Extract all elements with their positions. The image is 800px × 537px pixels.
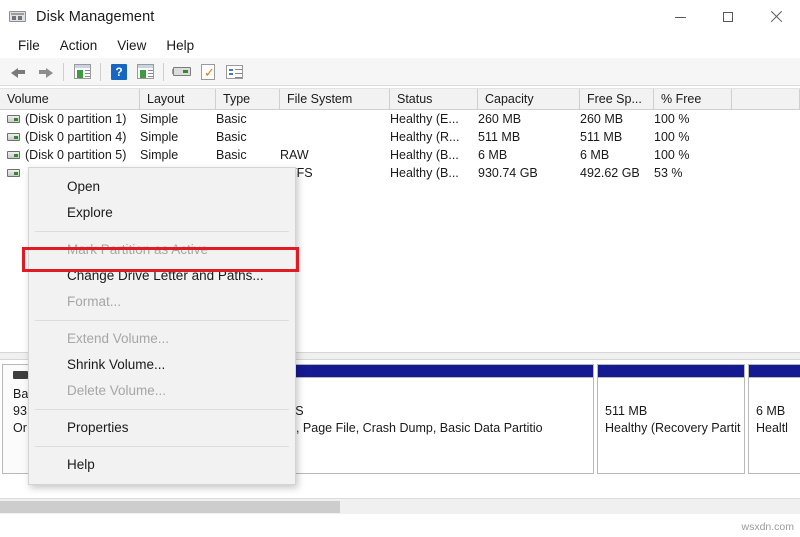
toolbar-separator	[163, 62, 164, 81]
rescan-disks-icon[interactable]	[169, 60, 195, 84]
partition-color-band	[598, 365, 744, 378]
partition-size: 6 MB	[756, 404, 786, 418]
disk-partition[interactable]: 511 MB Healthy (Recovery Partit	[597, 364, 745, 474]
partition-text: 6 MB Healtl	[749, 378, 800, 437]
context-menu-item-format: Format...	[67, 294, 122, 309]
maximize-button[interactable]	[704, 0, 752, 33]
cell-status: Healthy (R...	[390, 130, 460, 144]
title-bar: Disk Management	[0, 0, 800, 33]
cell-capacity: 511 MB	[478, 130, 521, 144]
partition-label	[605, 386, 737, 403]
volume-list-header: Volume Layout Type File System Status Capacit…	[0, 88, 800, 110]
cell-capacity: 6 MB	[478, 148, 508, 162]
cell-type: Basic	[216, 112, 247, 126]
partition-label	[756, 386, 800, 403]
partition-text: 511 MB Healthy (Recovery Partit	[598, 378, 744, 437]
list-view-icon[interactable]	[221, 60, 247, 84]
disk-management-window: Disk Management File Action View Help ? …	[0, 0, 800, 537]
properties-window-icon[interactable]	[132, 60, 158, 84]
context-menu-item-delete-volume: Delete Volume...	[67, 383, 167, 398]
cell-file-system: NTFS	[280, 166, 313, 180]
cell-capacity: 930.74 GB	[478, 166, 538, 180]
toolbar-separator	[63, 62, 64, 81]
volume-drive-icon	[7, 133, 20, 141]
cell-percent-free: 100 %	[654, 148, 690, 162]
minimize-button[interactable]	[656, 0, 704, 33]
disk-partition[interactable]: 6 MB Healtl	[748, 364, 800, 474]
volume-drive-icon	[7, 151, 20, 159]
column-header-volume[interactable]: Volume	[0, 89, 140, 109]
cell-type: Basic	[216, 130, 247, 144]
partition-status: Healthy (Recovery Partit	[605, 421, 741, 435]
toolbar: ? ✓	[0, 58, 800, 86]
partition-status: Healtl	[756, 421, 788, 435]
highlight-annotation-box	[22, 247, 299, 272]
show-hide-console-tree-icon[interactable]	[69, 60, 95, 84]
volume-drive-icon	[7, 169, 20, 177]
column-header-free[interactable]: % Free	[654, 89, 732, 109]
column-header-status[interactable]: Status	[390, 89, 478, 109]
cell-volume: (Disk 0 partition 5)	[25, 148, 127, 162]
help-icon[interactable]: ?	[106, 60, 132, 84]
cell-free-space: 492.62 GB	[580, 166, 640, 180]
context-menu-item-properties[interactable]: Properties	[29, 415, 295, 441]
context-menu-separator	[35, 320, 289, 321]
forward-arrow-icon[interactable]	[32, 60, 58, 84]
cell-free-space: 511 MB	[580, 130, 623, 144]
cell-volume: (Disk 0 partition 4)	[25, 130, 127, 144]
window-title: Disk Management	[36, 8, 155, 25]
table-row[interactable]: (Disk 0 partition 4) Simple Basic Healthy (…	[0, 128, 800, 146]
window-controls	[656, 0, 800, 33]
partition-size: 511 MB	[605, 404, 648, 418]
context-menu-item-shrink-volume[interactable]: Shrink Volume...	[29, 352, 295, 378]
disk-management-icon	[9, 8, 27, 26]
volume-drive-icon	[7, 115, 20, 123]
cell-status: Healthy (B...	[390, 166, 459, 180]
disk-icon	[13, 371, 28, 379]
cell-status: Healthy (B...	[390, 148, 459, 162]
toolbar-separator	[100, 62, 101, 81]
menu-help[interactable]: Help	[156, 36, 204, 55]
table-row[interactable]: (Disk 0 partition 1) Simple Basic Healthy (…	[0, 110, 800, 128]
cell-file-system: RAW	[280, 148, 309, 162]
context-menu-item-open[interactable]: Open	[29, 174, 295, 200]
table-row[interactable]: (Disk 0 partition 5) Simple Basic RAW Health…	[0, 146, 800, 164]
context-menu-separator	[35, 446, 289, 447]
cell-capacity: 260 MB	[478, 112, 522, 126]
cell-percent-free: 100 %	[654, 130, 690, 144]
menu-bar: File Action View Help	[0, 33, 800, 58]
close-button[interactable]	[752, 0, 800, 33]
column-header-capacity[interactable]: Capacity	[478, 89, 580, 109]
context-menu-item-explore[interactable]: Explore	[29, 200, 295, 226]
back-arrow-icon[interactable]	[6, 60, 32, 84]
context-menu-separator	[35, 409, 289, 410]
cell-layout: Simple	[140, 148, 179, 162]
volume-context-menu: Open Explore Mark Partition as Active Chang…	[28, 167, 296, 485]
cell-percent-free: 100 %	[654, 112, 690, 126]
action-icon[interactable]: ✓	[195, 60, 221, 84]
cell-type: Basic	[216, 148, 247, 162]
horizontal-scrollbar[interactable]	[0, 498, 800, 514]
menu-action[interactable]: Action	[50, 36, 108, 55]
menu-file[interactable]: File	[8, 36, 50, 55]
column-header-file-system[interactable]: File System	[280, 89, 390, 109]
watermark: wsxdn.com	[741, 521, 794, 533]
scrollbar-thumb[interactable]	[0, 501, 340, 513]
cell-layout: Simple	[140, 112, 179, 126]
cell-free-space: 6 MB	[580, 148, 610, 162]
column-header-free-sp[interactable]: Free Sp...	[580, 89, 654, 109]
column-header-type[interactable]: Type	[216, 89, 280, 109]
cell-volume: (Disk 0 partition 1)	[25, 112, 127, 126]
cell-percent-free: 53 %	[654, 166, 683, 180]
column-header-layout[interactable]: Layout	[140, 89, 216, 109]
cell-layout: Simple	[140, 130, 179, 144]
cell-status: Healthy (E...	[390, 112, 459, 126]
column-header-blank[interactable]	[732, 89, 800, 109]
menu-view[interactable]: View	[107, 36, 156, 55]
context-menu-item-extend-volume: Extend Volume...	[67, 331, 170, 346]
cell-free-space: 260 MB	[580, 112, 624, 126]
context-menu-separator	[35, 231, 289, 232]
partition-color-band	[749, 365, 800, 378]
context-menu-item-help[interactable]: Help	[29, 452, 295, 478]
